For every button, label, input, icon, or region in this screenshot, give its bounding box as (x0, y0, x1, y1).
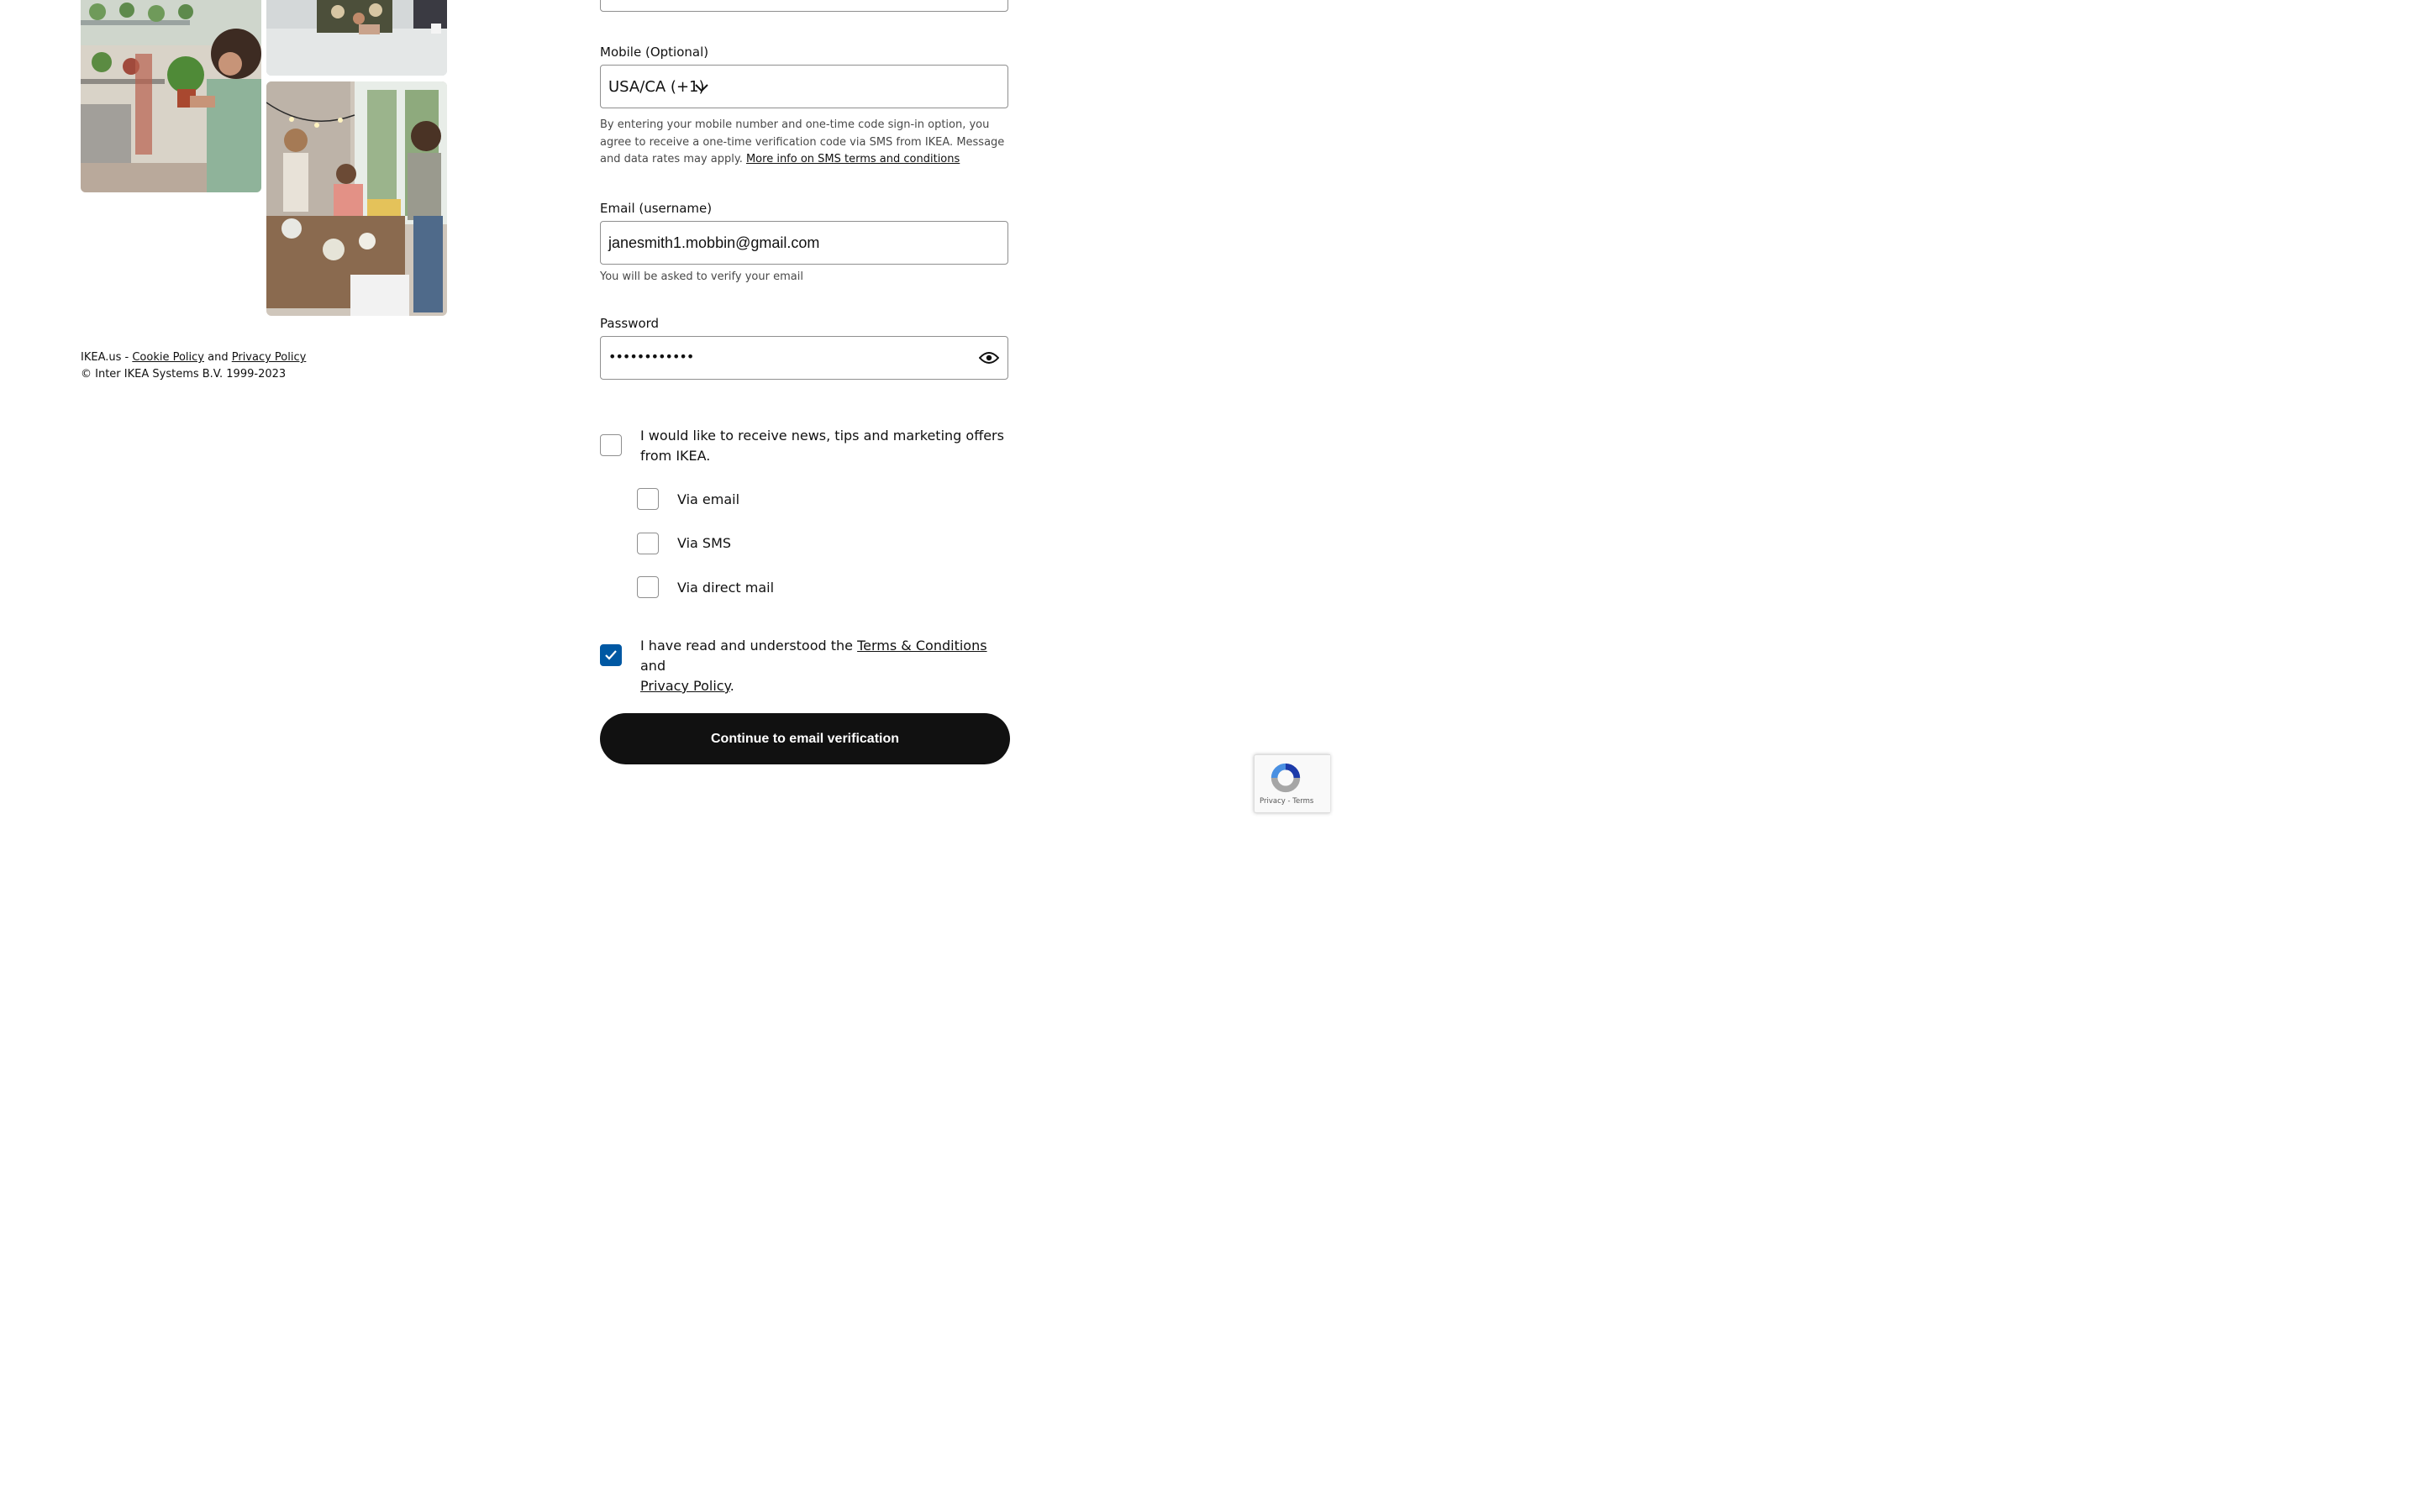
password-input[interactable]: •••••••••••• (600, 336, 1008, 380)
recaptcha-sep: - (1285, 797, 1293, 806)
show-password-eye-icon[interactable] (979, 351, 999, 365)
legal-footer: IKEA.us - Cookie Policy and Privacy Poli… (81, 349, 306, 383)
cookie-policy-link[interactable]: Cookie Policy (132, 351, 204, 364)
friends-dining-photo (266, 81, 447, 316)
password-label: Password (600, 316, 660, 331)
footer-and: and (204, 351, 232, 364)
footer-links-line: IKEA.us - Cookie Policy and Privacy Poli… (81, 349, 306, 366)
plant-shop-photo (81, 0, 261, 192)
via-email-checkbox[interactable] (637, 488, 659, 510)
mobile-label: Mobile (Optional) (600, 45, 709, 60)
recaptcha-badge[interactable]: Privacy - Terms (1254, 754, 1330, 813)
privacy-policy-link[interactable]: Privacy Policy (232, 351, 307, 364)
via-email-label: Via email (677, 491, 740, 507)
via-direct-mail-checkbox[interactable] (637, 576, 659, 598)
sms-terms-link[interactable]: More info on SMS terms and conditions (746, 153, 960, 165)
country-code-value: USA/CA (+1) (608, 78, 705, 96)
via-direct-mail-label: Via direct mail (677, 580, 775, 596)
previous-field[interactable] (600, 0, 1008, 12)
terms-conditions-link[interactable]: Terms & Conditions (857, 638, 986, 654)
marketing-consent-checkbox[interactable] (600, 434, 622, 456)
terms-checkbox[interactable] (600, 644, 622, 666)
terms-label: I have read and understood the Terms & C… (640, 636, 1010, 696)
via-sms-label: Via SMS (677, 535, 732, 551)
email-input[interactable]: janesmith1.mobbin@gmail.com (600, 221, 1008, 265)
copyright: © Inter IKEA Systems B.V. 1999-2023 (81, 368, 287, 381)
recaptcha-logo-icon (1270, 763, 1301, 793)
email-label: Email (username) (600, 201, 713, 216)
sms-disclaimer: By entering your mobile number and one-t… (600, 117, 1008, 169)
password-value: •••••••••••• (608, 349, 694, 365)
terms-suffix: . (729, 678, 734, 694)
recaptcha-privacy[interactable]: Privacy (1260, 797, 1286, 806)
dining-table-photo-top (266, 0, 447, 76)
recaptcha-terms-link[interactable]: Terms (1292, 797, 1313, 806)
terms-privacy-link[interactable]: Privacy Policy (640, 678, 730, 694)
email-helper: You will be asked to verify your email (600, 270, 803, 283)
mobile-country-select[interactable]: USA/CA (+1) (600, 65, 1008, 108)
via-sms-checkbox[interactable] (637, 533, 659, 554)
terms-middle: and (640, 658, 666, 674)
recaptcha-terms: Privacy - Terms (1260, 797, 1313, 806)
marketing-consent-label: I would like to receive news, tips and m… (640, 428, 1004, 464)
footer-site: IKEA.us - (81, 351, 133, 364)
continue-email-verification-button[interactable]: Continue to email verification (600, 713, 1010, 764)
chevron-down-icon (695, 84, 708, 92)
email-value: janesmith1.mobbin@gmail.com (608, 234, 820, 251)
checkmark-icon (605, 650, 617, 660)
terms-prefix: I have read and understood the (640, 638, 858, 654)
